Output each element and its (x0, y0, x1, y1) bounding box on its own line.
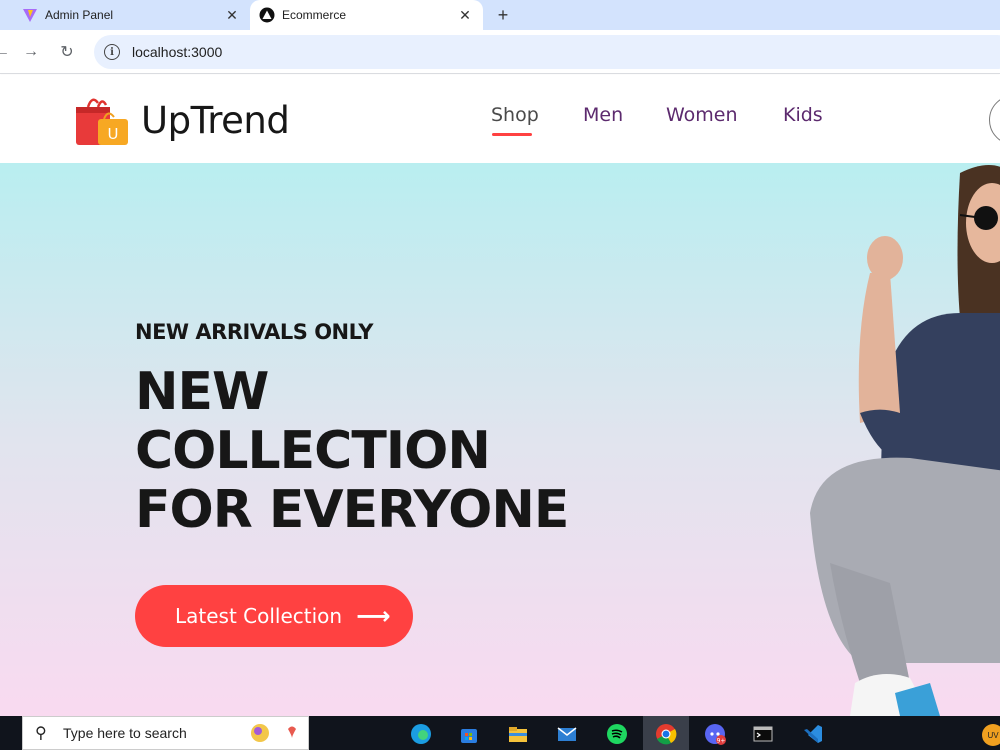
reload-button[interactable]: ↻ (55, 40, 79, 64)
mail-icon[interactable] (556, 723, 578, 745)
tab-title: Admin Panel (45, 8, 114, 22)
taskbar-search[interactable]: ⚲ Type here to search (22, 716, 309, 750)
search-placeholder: Type here to search (63, 725, 187, 741)
vite-logo-icon (22, 7, 38, 23)
nav-shop[interactable]: Shop (491, 104, 539, 136)
vscode-icon[interactable] (802, 723, 824, 745)
chrome-icon[interactable] (655, 723, 677, 745)
os-taskbar: ⚲ Type here to search 9+ UV (0, 716, 1000, 750)
hero-title-line: COLLECTION (135, 421, 491, 481)
site-header: U UpTrend Shop Men Women Kids (0, 75, 1000, 163)
hero-model-image (810, 165, 1000, 716)
active-underline (492, 133, 532, 136)
nav-label: Women (666, 104, 738, 126)
tab-title: Ecommerce (282, 8, 347, 22)
file-explorer-icon[interactable] (507, 723, 529, 745)
nextjs-logo-icon (259, 7, 275, 23)
search-icon: ⚲ (35, 725, 47, 742)
nav-women[interactable]: Women (666, 104, 738, 126)
close-icon[interactable]: ✕ (222, 5, 242, 25)
close-icon[interactable]: ✕ (455, 5, 475, 25)
spotify-icon[interactable] (606, 723, 628, 745)
discord-icon[interactable]: 9+ (704, 723, 726, 745)
tab-ecommerce[interactable]: Ecommerce ✕ (250, 0, 483, 30)
search-highlight-icon (244, 720, 302, 750)
hero-title-line: NEW (135, 362, 269, 422)
hero-tagline: NEW ARRIVALS ONLY (135, 320, 373, 344)
main-nav: Shop Men Women Kids (0, 104, 1000, 144)
site-info-icon[interactable]: i (104, 44, 120, 60)
terminal-icon[interactable] (752, 723, 774, 745)
nav-kids[interactable]: Kids (783, 104, 823, 126)
tab-admin-panel[interactable]: Admin Panel ✕ (0, 0, 250, 30)
address-bar[interactable]: i localhost:3000 (94, 35, 1000, 69)
cta-label: Latest Collection (175, 604, 343, 628)
nav-label: Men (583, 104, 624, 126)
hero-section: NEW ARRIVALS ONLY NEW COLLECTION FOR EVE… (0, 163, 1000, 716)
nav-label: Kids (783, 104, 823, 126)
arrow-right-icon: ⟶ (356, 602, 391, 630)
url-text[interactable]: localhost:3000 (132, 44, 222, 60)
new-tab-button[interactable]: + (492, 5, 514, 25)
back-button[interactable]: ← (0, 40, 14, 64)
screen: Admin Panel ✕ Ecommerce ✕ + ← → ↻ i loca… (0, 0, 1000, 750)
user-avatar[interactable]: UV (982, 724, 1000, 746)
browser-tab-strip: Admin Panel ✕ Ecommerce ✕ + (0, 0, 1000, 30)
latest-collection-button[interactable]: Latest Collection ⟶ (135, 585, 413, 647)
forward-button[interactable]: → (19, 40, 43, 64)
browser-toolbar: ← → ↻ i localhost:3000 (0, 30, 1000, 74)
hero-title: NEW COLLECTION FOR EVERYONE (135, 362, 569, 540)
nav-label: Shop (491, 104, 539, 126)
store-icon[interactable] (458, 723, 480, 745)
edge-icon[interactable] (410, 723, 432, 745)
nav-men[interactable]: Men (583, 104, 623, 126)
discord-badge: 9+ (717, 738, 726, 745)
hero-title-line: FOR EVERYONE (135, 480, 569, 540)
